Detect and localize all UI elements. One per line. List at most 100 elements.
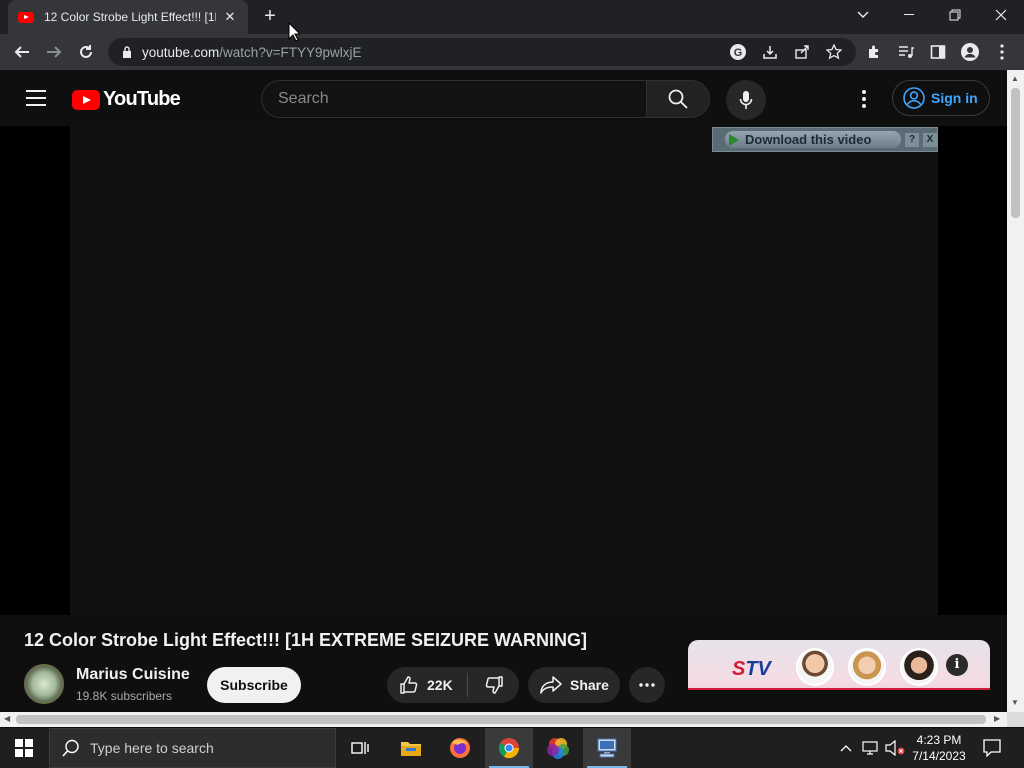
side-panel-icon[interactable]: [926, 40, 950, 64]
chrome-icon[interactable]: [485, 728, 533, 768]
bookmark-star-icon[interactable]: [822, 40, 846, 64]
windows-logo-icon: [15, 739, 33, 757]
ad-brand-logo: STV: [732, 658, 771, 680]
search-button[interactable]: [646, 80, 710, 118]
scroll-left-arrow-icon[interactable]: ◀: [4, 714, 10, 723]
scroll-up-arrow-icon[interactable]: ▲: [1011, 74, 1019, 83]
browser-toolbar: youtube.com/watch?v=FTYY9pwlxjE G: [0, 34, 1024, 70]
like-count: 22K: [427, 677, 453, 693]
browser-tab-strip: 12 Color Strobe Light Effect!!! [1H EXTR…: [0, 0, 1024, 34]
download-video-button[interactable]: Download this video: [725, 131, 901, 148]
ad-info-icon[interactable]: i: [946, 654, 968, 676]
close-window-button[interactable]: [978, 0, 1024, 30]
extensions-puzzle-icon[interactable]: [862, 40, 886, 64]
media-control-icon[interactable]: [894, 40, 918, 64]
channel-avatar[interactable]: [24, 664, 64, 704]
share-arrow-icon: [540, 676, 562, 694]
network-icon[interactable]: [860, 728, 882, 768]
firefox-icon[interactable]: [436, 728, 484, 768]
show-hidden-icons-chevron-icon[interactable]: [836, 728, 856, 768]
youtube-favicon-icon: [18, 11, 34, 23]
clock-time: 4:23 PM: [916, 733, 962, 747]
sign-in-label: Sign in: [931, 90, 978, 106]
restore-button[interactable]: [932, 0, 978, 30]
ad-presenter-photo: [796, 648, 834, 686]
ad-presenter-photo: [848, 648, 886, 686]
more-horizontal-icon: [639, 683, 655, 687]
share-label: Share: [570, 677, 609, 693]
video-player[interactable]: [70, 126, 938, 615]
notifications-icon[interactable]: [980, 728, 1004, 768]
account-circle-icon: [903, 87, 925, 109]
ad-banner[interactable]: STV i: [688, 640, 990, 710]
minimize-button[interactable]: [886, 0, 932, 30]
color-app-icon[interactable]: [534, 728, 582, 768]
install-app-icon[interactable]: [758, 40, 782, 64]
forward-button[interactable]: [42, 40, 66, 64]
search-icon: [668, 89, 688, 109]
search-icon: [62, 739, 79, 757]
video-title: 12 Color Strobe Light Effect!!! [1H EXTR…: [24, 630, 588, 650]
share-page-icon[interactable]: [790, 40, 814, 64]
subscriber-count: 19.8K subscribers: [76, 689, 173, 703]
download-helper-bar: Download this video ? X: [712, 127, 938, 152]
download-label: Download this video: [745, 132, 872, 147]
thumbs-up-icon: [400, 676, 418, 694]
youtube-logo[interactable]: YouTube: [72, 88, 181, 111]
new-tab-button[interactable]: +: [260, 6, 280, 26]
search-field-container: [261, 80, 646, 118]
subscribe-button[interactable]: Subscribe: [207, 667, 301, 703]
sign-in-button[interactable]: Sign in: [892, 80, 990, 116]
ad-presenter-photo: [900, 648, 938, 686]
thumbs-down-icon: [485, 676, 503, 694]
reload-button[interactable]: [74, 40, 98, 64]
svg-text:G: G: [734, 47, 743, 59]
scroll-down-arrow-icon[interactable]: ▼: [1011, 698, 1019, 707]
scroll-right-arrow-icon[interactable]: ▶: [994, 714, 1000, 723]
horizontal-scrollbar[interactable]: ◀ ▶: [0, 712, 1007, 727]
vertical-scroll-thumb[interactable]: [1011, 88, 1020, 218]
like-dislike-group: 22K: [387, 667, 519, 703]
system-clock[interactable]: 4:23 PM 7/14/2023: [906, 732, 972, 764]
start-button[interactable]: [0, 728, 48, 768]
channel-name[interactable]: Marius Cuisine: [76, 666, 190, 684]
menu-hamburger-icon[interactable]: [26, 90, 46, 106]
search-input[interactable]: [278, 90, 646, 108]
profile-icon[interactable]: [958, 40, 982, 64]
browser-tab-youtube[interactable]: 12 Color Strobe Light Effect!!! [1H EXTR…: [8, 0, 248, 34]
download-close-button[interactable]: X: [923, 132, 937, 147]
taskbar-search-box[interactable]: Type here to search: [49, 728, 336, 768]
youtube-play-logo-icon: [72, 89, 100, 110]
settings-more-icon[interactable]: [856, 88, 872, 110]
vertical-scrollbar[interactable]: ▲ ▼: [1007, 70, 1024, 712]
download-help-button[interactable]: ?: [905, 132, 919, 147]
windows-taskbar: Type here to search 4:23 PM 7/14/2023: [0, 728, 1024, 768]
like-button[interactable]: 22K: [387, 667, 467, 703]
download-play-icon: [729, 133, 739, 146]
chrome-menu-icon[interactable]: [990, 40, 1014, 64]
remote-desktop-icon[interactable]: [583, 728, 631, 768]
scrollbar-corner: [1007, 712, 1024, 727]
tab-close-icon[interactable]: ✕: [222, 9, 238, 25]
share-button[interactable]: Share: [528, 667, 620, 703]
google-lens-icon[interactable]: G: [726, 40, 750, 64]
dislike-button[interactable]: [468, 667, 519, 703]
lock-icon[interactable]: [122, 46, 132, 58]
tab-search-chevron-icon[interactable]: [840, 0, 886, 30]
back-button[interactable]: [10, 40, 34, 64]
taskbar-search-placeholder: Type here to search: [90, 740, 214, 756]
file-explorer-icon[interactable]: [387, 728, 435, 768]
clock-date: 7/14/2023: [912, 749, 966, 763]
voice-search-button[interactable]: [726, 80, 766, 120]
horizontal-scroll-thumb[interactable]: [16, 715, 986, 724]
microphone-icon: [739, 91, 753, 109]
more-actions-button[interactable]: [629, 667, 665, 703]
volume-muted-icon[interactable]: [884, 728, 906, 768]
cursor-arrow-icon: [288, 21, 302, 42]
tab-title: 12 Color Strobe Light Effect!!! [1H EXTR…: [44, 10, 216, 24]
url-text: youtube.com/watch?v=FTYY9pwlxjE: [142, 44, 362, 60]
youtube-header: YouTube Sign in: [0, 70, 1007, 126]
task-view-icon[interactable]: [336, 728, 384, 768]
ad-bottom-strip: [688, 688, 990, 710]
youtube-wordmark: YouTube: [103, 88, 181, 110]
